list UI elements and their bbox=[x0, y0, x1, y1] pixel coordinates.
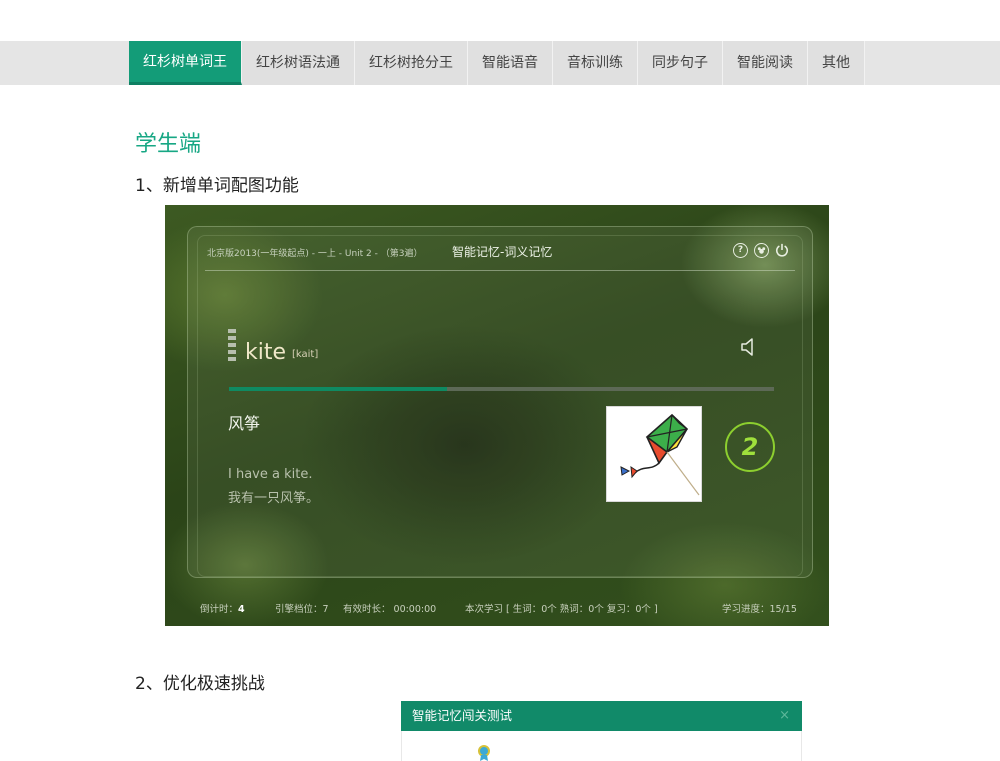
speaker-icon[interactable] bbox=[740, 337, 758, 361]
tab-smart-reading[interactable]: 智能阅读 bbox=[723, 41, 808, 85]
header-divider bbox=[205, 270, 795, 271]
review-count-badge: 2 bbox=[725, 422, 775, 472]
power-icon[interactable] bbox=[775, 243, 789, 257]
vocabulary-word: kite bbox=[245, 340, 287, 365]
feature-title-2: 2、优化极速挑战 bbox=[135, 674, 265, 694]
tab-hongshanshu-word-king[interactable]: 红杉树单词王 bbox=[129, 41, 242, 85]
countdown: 倒计时：4 bbox=[200, 604, 245, 615]
header-icon-group: ? bbox=[733, 243, 789, 258]
dialog-body bbox=[401, 731, 802, 761]
course-breadcrumb: 北京版2013(一年级起点) - 一上 - Unit 2 - （第3遍） bbox=[207, 249, 423, 259]
status-bar: 倒计时：4 引擎档位：7 有效时长： 00:00:00 本次学习 [ 生词：0个… bbox=[165, 601, 829, 617]
app-inner-frame bbox=[197, 235, 803, 577]
section-title: 学生端 bbox=[135, 132, 202, 157]
kite-image bbox=[606, 406, 702, 502]
word-progress-bar bbox=[229, 387, 774, 391]
close-icon[interactable]: × bbox=[779, 701, 790, 731]
medal-icon bbox=[477, 744, 491, 761]
countdown-value: 4 bbox=[238, 604, 245, 615]
challenge-dialog: 智能记忆闯关测试 × bbox=[401, 701, 802, 761]
feature-title-1: 1、新增单词配图功能 bbox=[135, 176, 299, 196]
help-icon[interactable]: ? bbox=[733, 243, 748, 258]
tab-smart-voice[interactable]: 智能语音 bbox=[468, 41, 553, 85]
example-sentence-cn: 我有一只风筝。 bbox=[228, 491, 320, 506]
tab-other[interactable]: 其他 bbox=[808, 41, 865, 85]
mascot-icon[interactable] bbox=[754, 243, 769, 258]
tab-phonetics[interactable]: 音标训练 bbox=[553, 41, 638, 85]
learning-progress: 学习进度：15/15 bbox=[722, 604, 797, 615]
word-progress-fill bbox=[229, 387, 447, 391]
memory-level-indicator bbox=[228, 329, 236, 364]
session-summary: 本次学习 [ 生词：0个 熟词：0个 复习：0个 ] bbox=[465, 604, 658, 615]
tab-hongshanshu-grammar[interactable]: 红杉树语法通 bbox=[242, 41, 355, 85]
dialog-header: 智能记忆闯关测试 × bbox=[401, 701, 802, 731]
word-meaning: 风筝 bbox=[228, 414, 261, 433]
example-sentence-en: I have a kite. bbox=[228, 467, 313, 482]
engine-gear: 引擎档位：7 bbox=[275, 604, 329, 615]
word-memory-screenshot: 北京版2013(一年级起点) - 一上 - Unit 2 - （第3遍） 智能记… bbox=[165, 205, 829, 626]
tab-hongshanshu-score[interactable]: 红杉树抢分王 bbox=[355, 41, 468, 85]
effective-time: 有效时长： 00:00:00 bbox=[343, 604, 437, 615]
tab-list: 红杉树单词王 红杉树语法通 红杉树抢分王 智能语音 音标训练 同步句子 智能阅读… bbox=[129, 41, 865, 85]
dialog-title: 智能记忆闯关测试 bbox=[412, 708, 513, 723]
top-tab-bar: 红杉树单词王 红杉树语法通 红杉树抢分王 智能语音 音标训练 同步句子 智能阅读… bbox=[0, 41, 1000, 85]
app-title: 智能记忆-词义记忆 bbox=[452, 245, 553, 259]
tab-sync-sentences[interactable]: 同步句子 bbox=[638, 41, 723, 85]
phonetic-transcription: [kait] bbox=[292, 349, 319, 360]
